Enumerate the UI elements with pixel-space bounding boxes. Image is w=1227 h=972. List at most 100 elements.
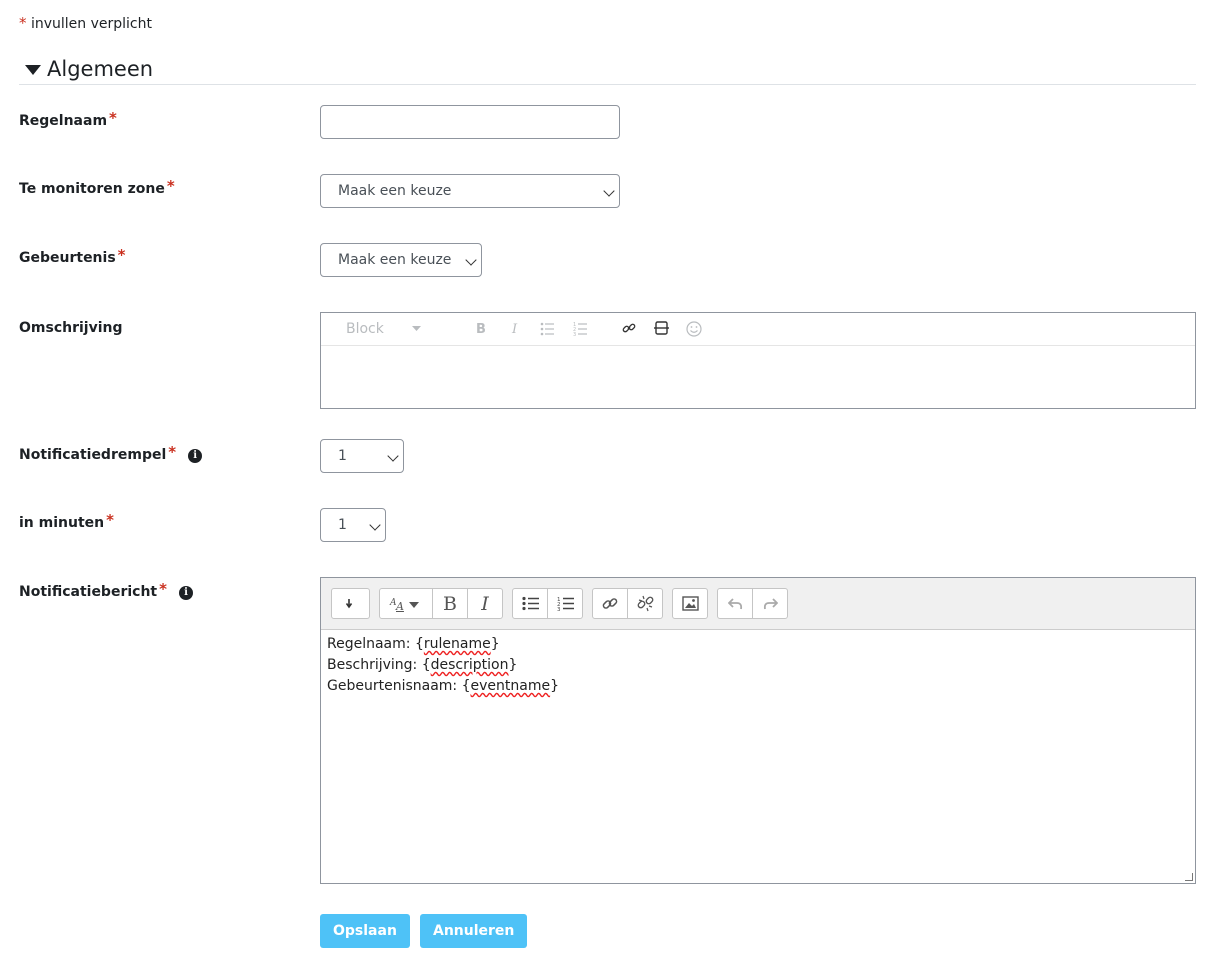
regelnaam-label-text: Regelnaam	[19, 113, 108, 129]
chevron-down-icon	[387, 450, 399, 462]
undo-icon	[727, 598, 742, 610]
svg-text:A: A	[395, 600, 404, 612]
image-group	[672, 588, 708, 619]
regelnaam-input[interactable]	[320, 105, 620, 139]
text-format-group: A A B I	[379, 588, 503, 619]
bericht-toolbar: A A B I 123	[321, 578, 1195, 630]
info-icon[interactable]: i	[188, 449, 203, 463]
required-star: *	[106, 511, 114, 529]
bold-icon: B	[443, 592, 457, 615]
zone-select[interactable]: Maak een keuze	[320, 174, 620, 208]
omschrijving-editor[interactable]: Block B I 123	[320, 312, 1196, 409]
placeholder-token: rulename	[423, 636, 491, 652]
image-button[interactable]	[673, 589, 707, 618]
link-icon	[602, 597, 618, 609]
line-text: Regelnaam: {	[327, 636, 424, 652]
bullet-list-button[interactable]	[513, 589, 548, 618]
font-style-icon: A A	[389, 598, 419, 612]
toolbar-toggle-group	[331, 588, 370, 619]
message-line: Gebeurtenisnaam: {eventname}	[327, 676, 1189, 697]
link-icon[interactable]	[622, 321, 636, 335]
bold-icon[interactable]: B	[476, 322, 486, 337]
bericht-label: Notificatiebericht * i	[19, 580, 193, 600]
bullet-list-icon[interactable]	[540, 321, 555, 336]
numbered-list-icon: 123	[557, 597, 574, 611]
emoji-icon[interactable]	[686, 321, 702, 337]
numbered-list-icon[interactable]: 123	[573, 321, 588, 336]
placeholder-token: eventname	[470, 678, 551, 694]
gebeurtenis-label-text: Gebeurtenis	[19, 250, 116, 266]
required-star: *	[168, 443, 177, 461]
bold-button[interactable]: B	[433, 589, 468, 618]
arrow-down-icon	[345, 599, 352, 609]
save-button[interactable]: Opslaan	[320, 914, 410, 948]
required-star: *	[159, 580, 167, 598]
block-format-dropdown[interactable]: Block	[346, 321, 384, 337]
bullet-list-icon	[521, 596, 539, 611]
drempel-label: Notificatiedrempel * i	[19, 443, 203, 463]
required-note: * invullen verplicht	[19, 14, 152, 32]
line-text: Beschrijving: {	[327, 657, 431, 673]
svg-text:3: 3	[573, 332, 576, 336]
numbered-list-button[interactable]: 123	[548, 589, 582, 618]
section-header-algemeen[interactable]: Algemeen	[19, 54, 1196, 85]
line-text: }	[490, 636, 500, 652]
minuten-select-value: 1	[338, 517, 347, 533]
drempel-label-text: Notificatiedrempel	[19, 447, 167, 463]
caret-down-icon[interactable]	[412, 326, 421, 332]
svg-text:3: 3	[557, 607, 561, 611]
redo-button[interactable]	[753, 589, 787, 618]
omschrijving-toolbar: Block B I 123	[321, 313, 1195, 346]
drempel-select[interactable]: 1	[320, 439, 404, 473]
bericht-editor[interactable]: A A B I 123 Regelnaam: {rulename} Beschr…	[320, 577, 1196, 884]
italic-button[interactable]: I	[468, 589, 502, 618]
font-style-button[interactable]: A A	[380, 589, 433, 618]
cancel-button[interactable]: Annuleren	[420, 914, 528, 948]
zone-label: Te monitoren zone *	[19, 177, 175, 197]
zone-select-value: Maak een keuze	[338, 183, 452, 199]
section-title[interactable]: Algemeen	[47, 54, 153, 84]
image-icon	[681, 596, 699, 611]
required-note-text: invullen verplicht	[30, 16, 152, 32]
link-group	[592, 588, 663, 619]
required-star: *	[19, 14, 27, 32]
bericht-label-text: Notificatiebericht	[19, 584, 158, 600]
message-line: Regelnaam: {rulename}	[327, 634, 1189, 655]
chevron-down-icon	[603, 185, 615, 197]
info-icon[interactable]: i	[178, 586, 193, 600]
redo-icon	[763, 598, 778, 610]
list-group: 123	[512, 588, 583, 619]
zone-label-text: Te monitoren zone	[19, 181, 165, 197]
undo-button[interactable]	[718, 589, 753, 618]
minuten-label: in minuten *	[19, 511, 114, 531]
link-button[interactable]	[593, 589, 628, 618]
chevron-down-icon	[465, 254, 477, 266]
omschrijving-label-text: Omschrijving	[19, 320, 123, 336]
gebeurtenis-select-value: Maak een keuze	[338, 252, 452, 268]
minuten-label-text: in minuten	[19, 515, 105, 531]
required-star: *	[109, 109, 117, 127]
media-icon[interactable]	[654, 321, 669, 335]
unlink-icon	[637, 595, 653, 612]
unlink-button[interactable]	[628, 589, 662, 618]
caret-down-icon[interactable]	[25, 65, 41, 75]
bericht-content[interactable]: Regelnaam: {rulename} Beschrijving: {des…	[321, 630, 1195, 701]
required-star: *	[166, 177, 175, 195]
resize-handle[interactable]	[1185, 873, 1193, 881]
line-text: Gebeurtenisnaam: {	[327, 678, 471, 694]
chevron-down-icon	[369, 519, 381, 531]
drempel-select-value: 1	[338, 448, 347, 464]
italic-icon: I	[481, 592, 489, 615]
history-group	[717, 588, 788, 619]
minuten-select[interactable]: 1	[320, 508, 386, 542]
placeholder-token: description	[430, 657, 509, 673]
gebeurtenis-select[interactable]: Maak een keuze	[320, 243, 482, 277]
required-star: *	[117, 246, 126, 264]
line-text: }	[550, 678, 559, 694]
omschrijving-label: Omschrijving	[19, 320, 123, 336]
toolbar-toggle-button[interactable]	[332, 589, 369, 618]
regelnaam-label: Regelnaam *	[19, 109, 117, 129]
line-text: }	[508, 657, 518, 673]
italic-icon[interactable]: I	[512, 322, 517, 337]
gebeurtenis-label: Gebeurtenis *	[19, 246, 126, 266]
